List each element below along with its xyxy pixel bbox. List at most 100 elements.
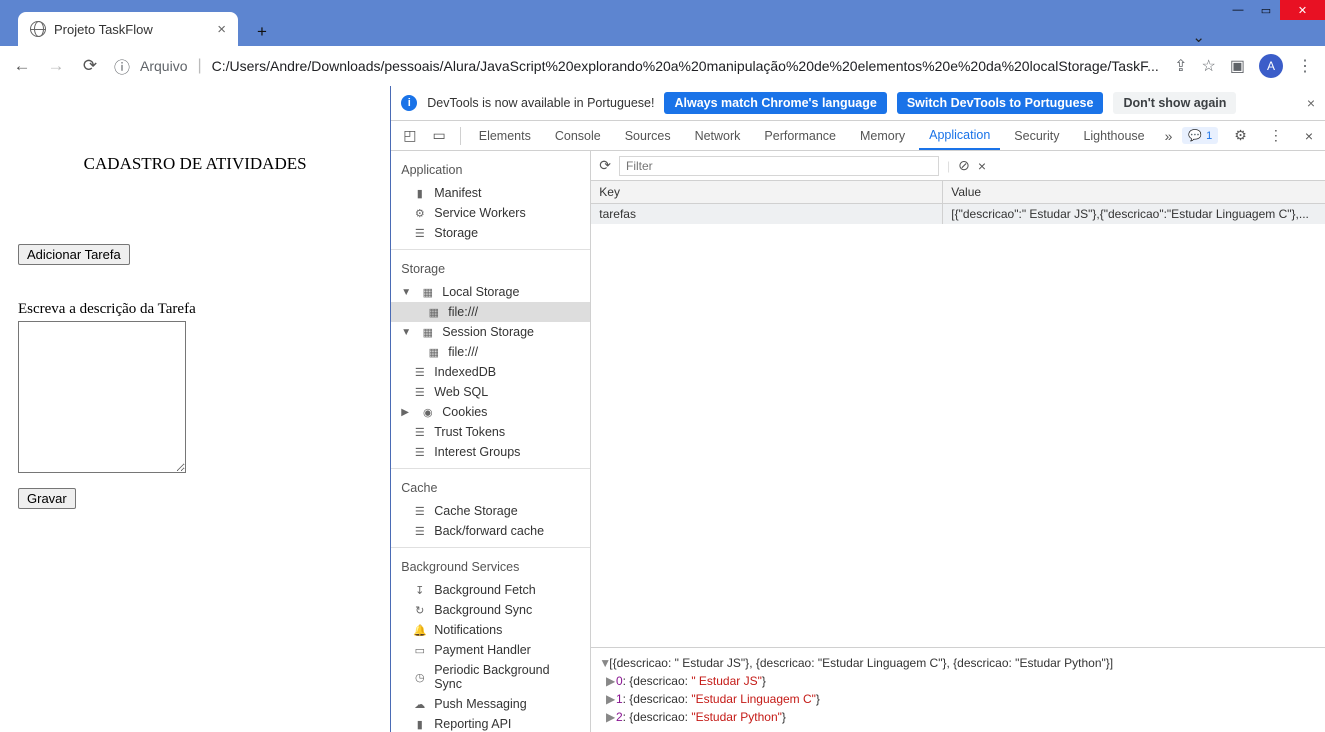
tab-network[interactable]: Network xyxy=(685,121,751,150)
devtools-tabs: ◰ ▭ Elements Console Sources Network Per… xyxy=(391,121,1325,151)
browser-tab[interactable]: Projeto TaskFlow × xyxy=(18,12,238,46)
settings-icon[interactable]: ⚙ xyxy=(1228,127,1253,144)
share-icon[interactable]: ⇪ xyxy=(1174,56,1187,76)
banner-match-language-button[interactable]: Always match Chrome's language xyxy=(664,92,886,114)
sidebar-section-background: Background Services xyxy=(391,554,590,580)
banner-dont-show-button[interactable]: Don't show again xyxy=(1113,92,1236,114)
forward-button: → xyxy=(46,56,66,76)
sidebar-item-trust-tokens[interactable]: ☰Trust Tokens xyxy=(391,422,590,442)
add-task-button[interactable]: Adicionar Tarefa xyxy=(18,244,130,265)
clear-icon[interactable]: ⊘ xyxy=(958,157,970,174)
reading-list-icon[interactable]: ▣ xyxy=(1230,56,1245,76)
column-value-header[interactable]: Value xyxy=(943,181,1325,203)
browser-toolbar: ← → ⟳ ⓘ Arquivo | C:/Users/Andre/Downloa… xyxy=(0,46,1325,86)
sidebar-item-websql[interactable]: ☰Web SQL xyxy=(391,382,590,402)
sidebar-item-manifest[interactable]: ▮Manifest xyxy=(391,183,590,203)
credit-card-icon: ▭ xyxy=(413,644,426,657)
url-source-label: Arquivo xyxy=(140,58,187,74)
sidebar-item-background-sync[interactable]: ↻Background Sync xyxy=(391,600,590,620)
sidebar-item-cache-storage[interactable]: ☰Cache Storage xyxy=(391,501,590,521)
sidebar-item-notifications[interactable]: 🔔Notifications xyxy=(391,620,590,640)
sidebar-item-interest-groups[interactable]: ☰Interest Groups xyxy=(391,442,590,462)
tab-performance[interactable]: Performance xyxy=(754,121,846,150)
tab-console[interactable]: Console xyxy=(545,121,611,150)
minimize-button[interactable]: — xyxy=(1224,0,1252,20)
task-description-textarea[interactable] xyxy=(18,321,186,473)
sidebar-item-cookies[interactable]: ▶◉Cookies xyxy=(391,402,590,422)
sidebar-item-payment-handler[interactable]: ▭Payment Handler xyxy=(391,640,590,660)
database-icon: ☰ xyxy=(413,386,426,399)
refresh-icon[interactable]: ⟳ xyxy=(599,157,611,174)
sidebar-section-storage: Storage xyxy=(391,256,590,282)
tab-security[interactable]: Security xyxy=(1004,121,1069,150)
preview-item[interactable]: ▶1: {descricao: "Estudar Linguagem C"} xyxy=(599,690,1317,708)
sidebar-item-local-storage-file[interactable]: ▦file:/// xyxy=(391,302,590,322)
sidebar-item-periodic-sync[interactable]: ◷Periodic Background Sync xyxy=(391,660,590,694)
back-button[interactable]: ← xyxy=(12,56,32,76)
page-heading: CADASTRO DE ATIVIDADES xyxy=(18,154,372,174)
sidebar-item-indexeddb[interactable]: ☰IndexedDB xyxy=(391,362,590,382)
tab-application[interactable]: Application xyxy=(919,121,1000,150)
issues-badge[interactable]: 💬 1 xyxy=(1182,127,1218,144)
sidebar-item-session-storage[interactable]: ▼▦Session Storage xyxy=(391,322,590,342)
devtools-menu-icon[interactable]: ⋮ xyxy=(1263,127,1289,144)
tab-sources[interactable]: Sources xyxy=(615,121,681,150)
sidebar-item-storage-summary[interactable]: ☰Storage xyxy=(391,223,590,243)
column-key-header[interactable]: Key xyxy=(591,181,943,203)
profile-avatar[interactable]: A xyxy=(1259,54,1283,78)
chrome-menu-icon[interactable]: ⋮ xyxy=(1297,56,1313,76)
new-tab-button[interactable]: + xyxy=(248,18,276,46)
tab-title: Projeto TaskFlow xyxy=(54,22,153,37)
sidebar-item-reporting-api[interactable]: ▮Reporting API xyxy=(391,714,590,732)
tab-lighthouse[interactable]: Lighthouse xyxy=(1073,121,1154,150)
database-icon: ☰ xyxy=(413,446,426,459)
close-window-button[interactable]: ✕ xyxy=(1280,0,1325,20)
globe-icon xyxy=(30,21,46,37)
sidebar-item-service-workers[interactable]: ⚙Service Workers xyxy=(391,203,590,223)
bookmark-icon[interactable]: ☆ xyxy=(1202,56,1216,76)
device-toolbar-icon[interactable]: ▭ xyxy=(427,127,452,144)
more-tabs-icon[interactable]: » xyxy=(1159,128,1179,144)
devtools-panel: i DevTools is now available in Portugues… xyxy=(391,86,1325,732)
storage-row[interactable]: tarefas [{"descricao":" Estudar JS"},{"d… xyxy=(591,204,1325,224)
gear-icon: ⚙ xyxy=(413,207,426,220)
document-icon: ▮ xyxy=(413,187,426,200)
save-button[interactable]: Gravar xyxy=(18,488,76,509)
inspect-element-icon[interactable]: ◰ xyxy=(397,127,422,144)
database-icon: ☰ xyxy=(413,426,426,439)
tabs-chevron-icon[interactable]: ⌄ xyxy=(1192,28,1205,46)
document-icon: ▮ xyxy=(413,718,426,731)
clock-icon: ◷ xyxy=(413,671,426,684)
storage-filter-input[interactable] xyxy=(619,156,939,176)
delete-selected-icon[interactable]: × xyxy=(978,158,986,174)
database-icon: ☰ xyxy=(413,227,426,240)
devtools-close-icon[interactable]: × xyxy=(1299,128,1319,144)
sidebar-item-back-forward-cache[interactable]: ☰Back/forward cache xyxy=(391,521,590,541)
preview-item[interactable]: ▶0: {descricao: " Estudar JS"} xyxy=(599,672,1317,690)
sidebar-item-push-messaging[interactable]: ☁Push Messaging xyxy=(391,694,590,714)
storage-value-preview: ▼[{descricao: " Estudar JS"}, {descricao… xyxy=(591,647,1325,732)
cookie-icon: ◉ xyxy=(421,406,434,419)
sidebar-item-local-storage[interactable]: ▼▦Local Storage xyxy=(391,282,590,302)
info-icon: i xyxy=(401,95,417,111)
banner-switch-language-button[interactable]: Switch DevTools to Portuguese xyxy=(897,92,1104,114)
sidebar-section-cache: Cache xyxy=(391,475,590,501)
sidebar-item-session-storage-file[interactable]: ▦file:/// xyxy=(391,342,590,362)
database-icon: ☰ xyxy=(413,505,426,518)
site-info-icon[interactable]: ⓘ xyxy=(114,54,130,78)
sidebar-section-application: Application xyxy=(391,157,590,183)
tab-elements[interactable]: Elements xyxy=(469,121,541,150)
maximize-button[interactable]: ▭ xyxy=(1252,0,1280,20)
close-tab-icon[interactable]: × xyxy=(217,21,226,38)
textarea-label: Escreva a descrição da Tarefa xyxy=(18,301,372,318)
preview-item[interactable]: ▶2: {descricao: "Estudar Python"} xyxy=(599,708,1317,726)
grid-icon: ▦ xyxy=(427,306,440,319)
sidebar-item-background-fetch[interactable]: ↧Background Fetch xyxy=(391,580,590,600)
tab-memory[interactable]: Memory xyxy=(850,121,915,150)
address-bar[interactable]: ⓘ Arquivo | C:/Users/Andre/Downloads/pes… xyxy=(114,51,1160,81)
reload-button[interactable]: ⟳ xyxy=(80,56,100,76)
storage-row-value: [{"descricao":" Estudar JS"},{"descricao… xyxy=(943,204,1325,224)
banner-close-icon[interactable]: × xyxy=(1307,95,1315,111)
cloud-icon: ☁ xyxy=(413,698,426,711)
storage-row-key: tarefas xyxy=(591,204,943,224)
